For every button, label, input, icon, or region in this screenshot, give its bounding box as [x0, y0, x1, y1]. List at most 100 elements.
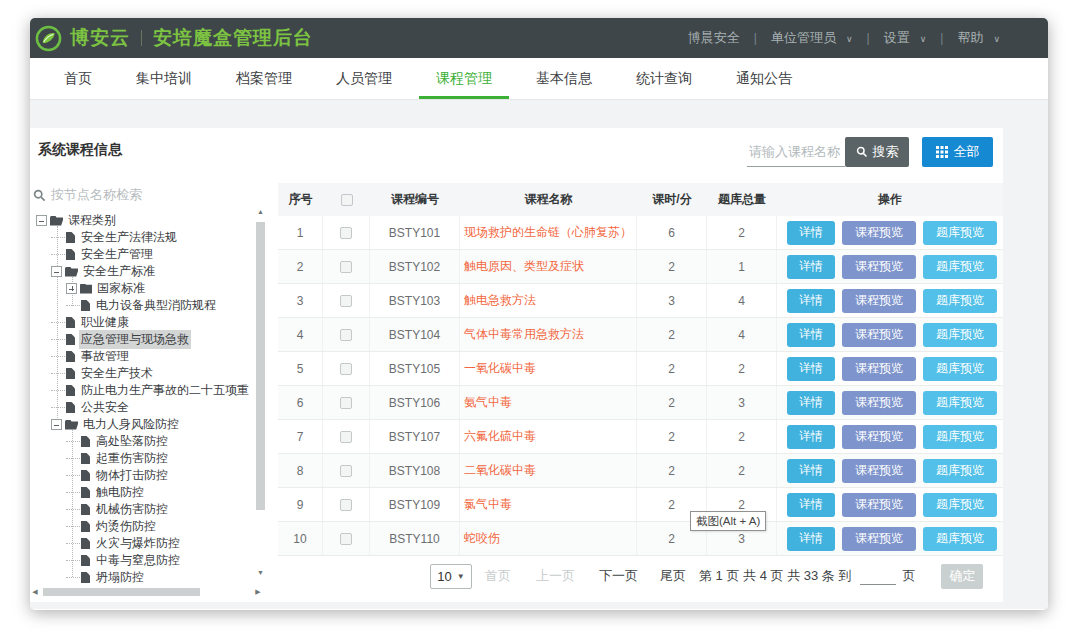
tree-node[interactable]: 机械伤害防控	[30, 501, 254, 518]
course-preview-button[interactable]: 课程预览	[842, 425, 916, 449]
tree-node[interactable]: 灼烫伤防控	[30, 518, 254, 535]
first-page-button[interactable]: 首页	[485, 567, 511, 585]
expand-icon[interactable]	[66, 283, 77, 294]
last-page-button[interactable]: 尾页	[660, 567, 686, 585]
course-preview-button[interactable]: 课程预览	[842, 255, 916, 279]
course-preview-button[interactable]: 课程预览	[842, 221, 916, 245]
row-checkbox[interactable]	[340, 295, 352, 307]
tree-vertical-scrollbar[interactable]: ▲ ▼	[255, 206, 266, 578]
tab-基本信息[interactable]: 基本信息	[536, 58, 592, 99]
row-checkbox[interactable]	[340, 329, 352, 341]
question-bank-preview-button[interactable]: 题库预览	[923, 493, 997, 517]
row-checkbox[interactable]	[340, 465, 352, 477]
collapse-icon[interactable]	[51, 266, 62, 277]
question-bank-preview-button[interactable]: 题库预览	[923, 289, 997, 313]
course-preview-button[interactable]: 课程预览	[842, 357, 916, 381]
tree-node[interactable]: 物体打击防控	[30, 467, 254, 484]
course-preview-button[interactable]: 课程预览	[842, 459, 916, 483]
row-checkbox[interactable]	[340, 499, 352, 511]
user-menu[interactable]: 单位管理员∨	[771, 29, 853, 47]
tree-node[interactable]: 职业健康	[30, 314, 254, 331]
detail-button[interactable]: 详情	[787, 323, 835, 347]
tree-node[interactable]: 电力人身风险防控	[30, 416, 254, 433]
course-search-input[interactable]	[747, 137, 845, 167]
course-name-link[interactable]: 氯气中毒	[460, 488, 637, 521]
row-checkbox[interactable]	[340, 397, 352, 409]
row-checkbox[interactable]	[340, 431, 352, 443]
row-checkbox[interactable]	[340, 227, 352, 239]
detail-button[interactable]: 详情	[787, 493, 835, 517]
question-bank-preview-button[interactable]: 题库预览	[923, 221, 997, 245]
question-bank-preview-button[interactable]: 题库预览	[923, 425, 997, 449]
tab-通知公告[interactable]: 通知公告	[736, 58, 792, 99]
scroll-right-icon[interactable]: ▶	[253, 587, 263, 597]
tree-node[interactable]: 防止电力生产事故的二十五项重	[30, 382, 254, 399]
course-preview-button[interactable]: 课程预览	[842, 493, 916, 517]
tab-人员管理[interactable]: 人员管理	[336, 58, 392, 99]
scroll-up-icon[interactable]: ▲	[255, 206, 266, 217]
tree-node[interactable]: 电力设备典型消防规程	[30, 297, 254, 314]
question-bank-preview-button[interactable]: 题库预览	[923, 459, 997, 483]
select-all-checkbox[interactable]	[341, 194, 353, 206]
course-name-link[interactable]: 蛇咬伤	[460, 522, 637, 555]
tree-node[interactable]: 火灾与爆炸防控	[30, 535, 254, 552]
row-checkbox[interactable]	[340, 363, 352, 375]
collapse-icon[interactable]	[36, 215, 47, 226]
settings-menu[interactable]: 设置∨	[884, 29, 927, 47]
tab-统计查询[interactable]: 统计查询	[636, 58, 692, 99]
prev-page-button[interactable]: 上一页	[536, 567, 575, 585]
tree-search[interactable]: 按节点名称检索	[33, 186, 142, 204]
tree-node[interactable]: 安全生产标准	[30, 263, 254, 280]
tab-集中培训[interactable]: 集中培训	[136, 58, 192, 99]
question-bank-preview-button[interactable]: 题库预览	[923, 357, 997, 381]
question-bank-preview-button[interactable]: 题库预览	[923, 323, 997, 347]
tree-node-label[interactable]: 坍塌防控	[94, 568, 146, 586]
tree-node[interactable]: 安全生产技术	[30, 365, 254, 382]
tree-node[interactable]: 触电防控	[30, 484, 254, 501]
tree-node[interactable]: 应急管理与现场急救	[30, 331, 254, 348]
tree-node[interactable]: 课程类别	[30, 212, 254, 229]
question-bank-preview-button[interactable]: 题库预览	[923, 391, 997, 415]
course-name-link[interactable]: 现场救护的生命链（心肺复苏）	[460, 216, 637, 249]
tab-档案管理[interactable]: 档案管理	[236, 58, 292, 99]
page-size-select[interactable]: 10▼	[430, 564, 472, 589]
question-bank-preview-button[interactable]: 题库预览	[923, 527, 997, 551]
tree-node[interactable]: 安全生产法律法规	[30, 229, 254, 246]
course-name-link[interactable]: 氨气中毒	[460, 386, 637, 419]
all-button[interactable]: 全部	[922, 137, 993, 167]
scrollbar-thumb[interactable]	[256, 222, 265, 510]
tree-node[interactable]: 国家标准	[30, 280, 254, 297]
course-preview-button[interactable]: 课程预览	[842, 289, 916, 313]
detail-button[interactable]: 详情	[787, 221, 835, 245]
course-preview-button[interactable]: 课程预览	[842, 391, 916, 415]
tree-node[interactable]: 事故管理	[30, 348, 254, 365]
tree-node[interactable]: 高处坠落防控	[30, 433, 254, 450]
scroll-left-icon[interactable]: ◀	[30, 587, 40, 597]
help-menu[interactable]: 帮助∨	[957, 29, 1000, 47]
question-bank-preview-button[interactable]: 题库预览	[923, 255, 997, 279]
course-name-link[interactable]: 六氟化硫中毒	[460, 420, 637, 453]
detail-button[interactable]: 详情	[787, 527, 835, 551]
tree-horizontal-scrollbar[interactable]: ◀ ▶	[30, 587, 263, 597]
detail-button[interactable]: 详情	[787, 425, 835, 449]
next-page-button[interactable]: 下一页	[599, 567, 638, 585]
search-button[interactable]: 搜索	[845, 137, 909, 167]
detail-button[interactable]: 详情	[787, 289, 835, 313]
collapse-icon[interactable]	[51, 419, 62, 430]
tree-node[interactable]: 安全生产管理	[30, 246, 254, 263]
course-preview-button[interactable]: 课程预览	[842, 527, 916, 551]
course-name-link[interactable]: 触电急救方法	[460, 284, 637, 317]
detail-button[interactable]: 详情	[787, 357, 835, 381]
tree-node[interactable]: 坍塌防控	[30, 569, 254, 586]
tab-首页[interactable]: 首页	[64, 58, 92, 99]
course-name-link[interactable]: 一氧化碳中毒	[460, 352, 637, 385]
detail-button[interactable]: 详情	[787, 255, 835, 279]
confirm-button[interactable]: 确定	[941, 564, 983, 589]
row-checkbox[interactable]	[340, 261, 352, 273]
tree-node[interactable]: 起重伤害防控	[30, 450, 254, 467]
scroll-down-icon[interactable]: ▼	[255, 567, 266, 578]
course-preview-button[interactable]: 课程预览	[842, 323, 916, 347]
detail-button[interactable]: 详情	[787, 459, 835, 483]
course-name-link[interactable]: 气体中毒常用急救方法	[460, 318, 637, 351]
course-name-link[interactable]: 触电原因、类型及症状	[460, 250, 637, 283]
